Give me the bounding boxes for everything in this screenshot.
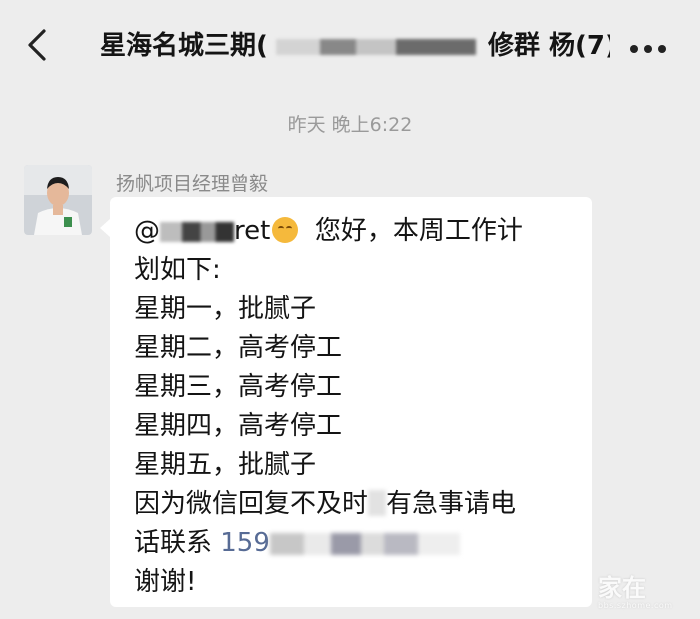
phone-number-link[interactable]: 159	[220, 528, 270, 558]
message-line-10: 谢谢!	[134, 567, 197, 597]
mention-prefix: @	[134, 216, 160, 246]
redacted-mention	[160, 222, 234, 242]
message-line-1: @ ret 您好，本周工作计	[134, 214, 523, 248]
message-line-8-a: 因为微信回复不及时	[134, 489, 369, 519]
message-line-5: 星期三，高考停工	[134, 372, 343, 402]
message-line-9-a: 话联系	[134, 528, 221, 558]
message-line-3: 星期一，批腻子	[134, 294, 317, 324]
watermark: 家在 bbs.szhome.com	[598, 568, 673, 610]
message-line-8-b: 有急事请电	[386, 489, 517, 519]
message-line-9: 话联系 159	[134, 526, 460, 560]
message-line-7: 星期五，批腻子	[134, 450, 317, 480]
redacted-punctuation	[368, 490, 387, 516]
chat-title-start: 星海名城三期(	[100, 31, 268, 61]
watermark-site: bbs.szhome.com	[598, 601, 673, 610]
message-timestamp: 昨天 晚上6:22	[287, 114, 413, 136]
avatar[interactable]	[24, 165, 92, 235]
greeting-text: 您好，本周工作计	[298, 216, 523, 246]
message-line-4: 星期二，高考停工	[134, 333, 343, 363]
chat-header: 星海名城三期( 修群 杨(7)	[0, 0, 700, 92]
redacted-phone	[269, 533, 460, 555]
smile-emoji-icon	[272, 217, 299, 243]
redacted-title-part	[276, 39, 476, 55]
message-line-8: 因为微信回复不及时 有急事请电	[134, 487, 516, 521]
back-arrow-icon[interactable]	[22, 28, 52, 62]
chat-title: 星海名城三期( 修群 杨(7)	[100, 24, 610, 68]
sender-name: 扬帆项目经理曾毅	[116, 173, 269, 195]
chat-title-end: 修群 杨(7)	[488, 31, 610, 61]
more-dots-icon[interactable]	[630, 38, 674, 53]
watermark-brand: 家在	[598, 574, 646, 602]
message-bubble[interactable]: @ ret 您好，本周工作计 划如下: 星期一，批腻子 星期二，高考停工 星期三，…	[100, 197, 592, 607]
message-line-2: 划如下:	[134, 255, 221, 285]
mention-suffix: ret	[234, 216, 271, 246]
message-line-6: 星期四，高考停工	[134, 411, 343, 441]
